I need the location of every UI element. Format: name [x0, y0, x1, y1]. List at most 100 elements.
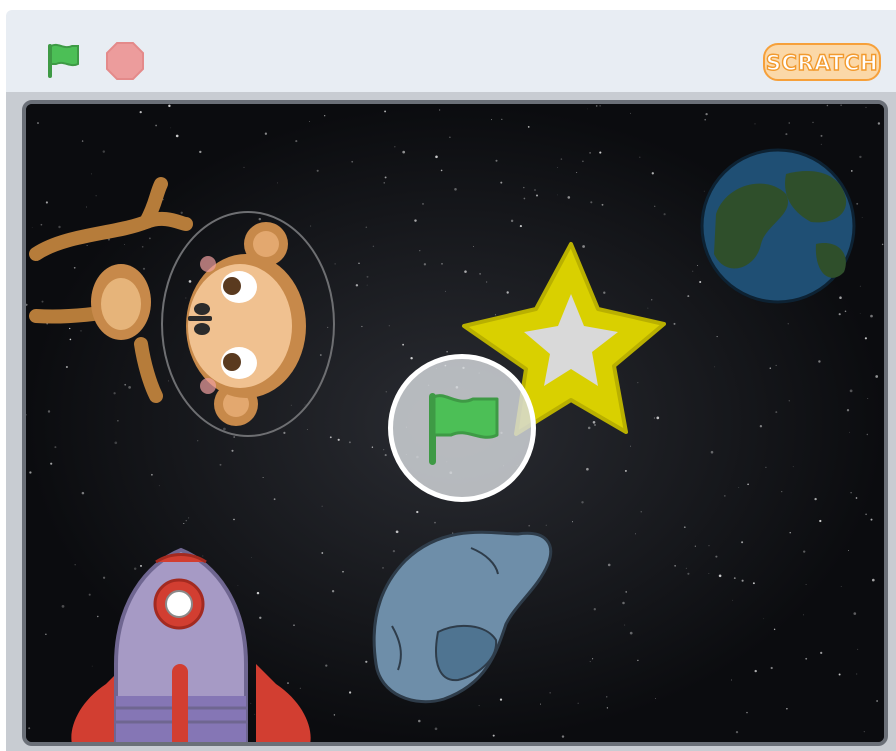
- background-star: [69, 338, 72, 341]
- scratch-logo[interactable]: SCRATCH: [762, 40, 882, 84]
- background-star: [31, 227, 33, 229]
- background-star: [258, 217, 262, 221]
- background-star: [439, 109, 441, 111]
- background-star: [710, 450, 714, 454]
- background-star: [523, 197, 526, 200]
- background-star: [714, 366, 716, 368]
- background-star: [535, 194, 539, 197]
- background-star: [663, 213, 666, 216]
- background-star: [434, 727, 438, 731]
- background-star: [595, 105, 598, 107]
- background-star: [629, 631, 633, 635]
- background-star: [870, 518, 873, 521]
- background-star: [295, 140, 298, 143]
- start-green-flag-overlay[interactable]: [388, 354, 536, 502]
- background-star: [820, 134, 823, 137]
- background-star: [692, 270, 694, 272]
- background-star: [523, 186, 525, 189]
- background-star: [549, 692, 551, 694]
- background-star: [80, 330, 82, 332]
- background-star: [697, 265, 699, 267]
- background-star: [582, 160, 584, 163]
- background-star: [321, 505, 323, 507]
- background-star: [149, 237, 151, 240]
- background-star: [124, 383, 127, 386]
- background-star: [625, 591, 628, 593]
- background-star: [557, 167, 558, 168]
- background-star: [792, 466, 794, 468]
- background-star: [853, 612, 857, 615]
- background-star: [687, 572, 690, 575]
- background-star: [167, 380, 170, 382]
- background-star: [754, 669, 757, 673]
- background-star: [510, 219, 514, 223]
- background-star: [718, 574, 722, 578]
- background-star: [519, 225, 522, 228]
- background-star: [881, 243, 884, 246]
- stop-button[interactable]: [104, 40, 146, 82]
- background-star: [495, 159, 498, 162]
- background-star: [545, 524, 547, 526]
- background-star: [637, 659, 639, 662]
- background-star: [283, 431, 286, 434]
- background-star: [674, 565, 676, 567]
- background-star: [492, 734, 495, 737]
- background-star: [741, 541, 744, 544]
- background-star: [479, 273, 481, 275]
- green-flag-button[interactable]: [42, 40, 84, 82]
- background-star: [74, 564, 76, 566]
- background-star: [651, 172, 654, 175]
- background-star: [117, 419, 119, 422]
- background-star: [304, 404, 306, 406]
- background-star: [647, 307, 649, 309]
- background-star: [765, 466, 767, 469]
- background-star: [366, 284, 368, 286]
- background-star: [593, 608, 596, 611]
- background-star: [188, 280, 192, 283]
- background-star: [124, 244, 126, 245]
- background-star: [820, 651, 823, 655]
- background-star: [331, 590, 335, 593]
- background-star: [29, 471, 32, 474]
- background-star: [54, 446, 57, 449]
- background-star: [859, 285, 861, 287]
- stage[interactable]: [22, 100, 888, 746]
- background-star: [334, 263, 336, 265]
- background-star: [849, 389, 853, 393]
- background-star: [708, 545, 710, 547]
- background-star: [264, 132, 268, 135]
- background-star: [587, 108, 588, 110]
- background-star: [37, 122, 39, 124]
- background-star: [499, 698, 503, 701]
- background-star: [494, 314, 496, 316]
- background-star: [256, 591, 260, 595]
- background-star: [464, 270, 467, 273]
- background-star: [715, 555, 718, 558]
- planet-sprite[interactable]: [700, 148, 856, 304]
- background-star: [838, 673, 841, 676]
- background-star: [844, 310, 847, 313]
- background-star: [449, 136, 451, 138]
- background-star: [202, 555, 204, 557]
- background-star: [170, 127, 172, 129]
- background-star: [259, 616, 262, 619]
- background-star: [151, 473, 153, 476]
- background-star: [506, 291, 509, 294]
- background-star: [185, 297, 187, 299]
- background-star: [219, 463, 222, 466]
- background-star: [651, 299, 653, 301]
- background-star: [773, 628, 776, 631]
- background-star: [384, 176, 387, 179]
- background-star: [383, 449, 385, 451]
- background-star: [589, 661, 591, 663]
- background-star: [607, 563, 611, 567]
- background-star: [50, 462, 53, 465]
- background-star: [594, 424, 596, 426]
- background-star: [180, 211, 183, 214]
- background-star: [329, 436, 332, 439]
- background-star: [732, 599, 734, 601]
- background-star: [859, 155, 862, 159]
- background-star: [168, 104, 171, 108]
- background-star: [337, 438, 340, 441]
- background-star: [850, 492, 852, 494]
